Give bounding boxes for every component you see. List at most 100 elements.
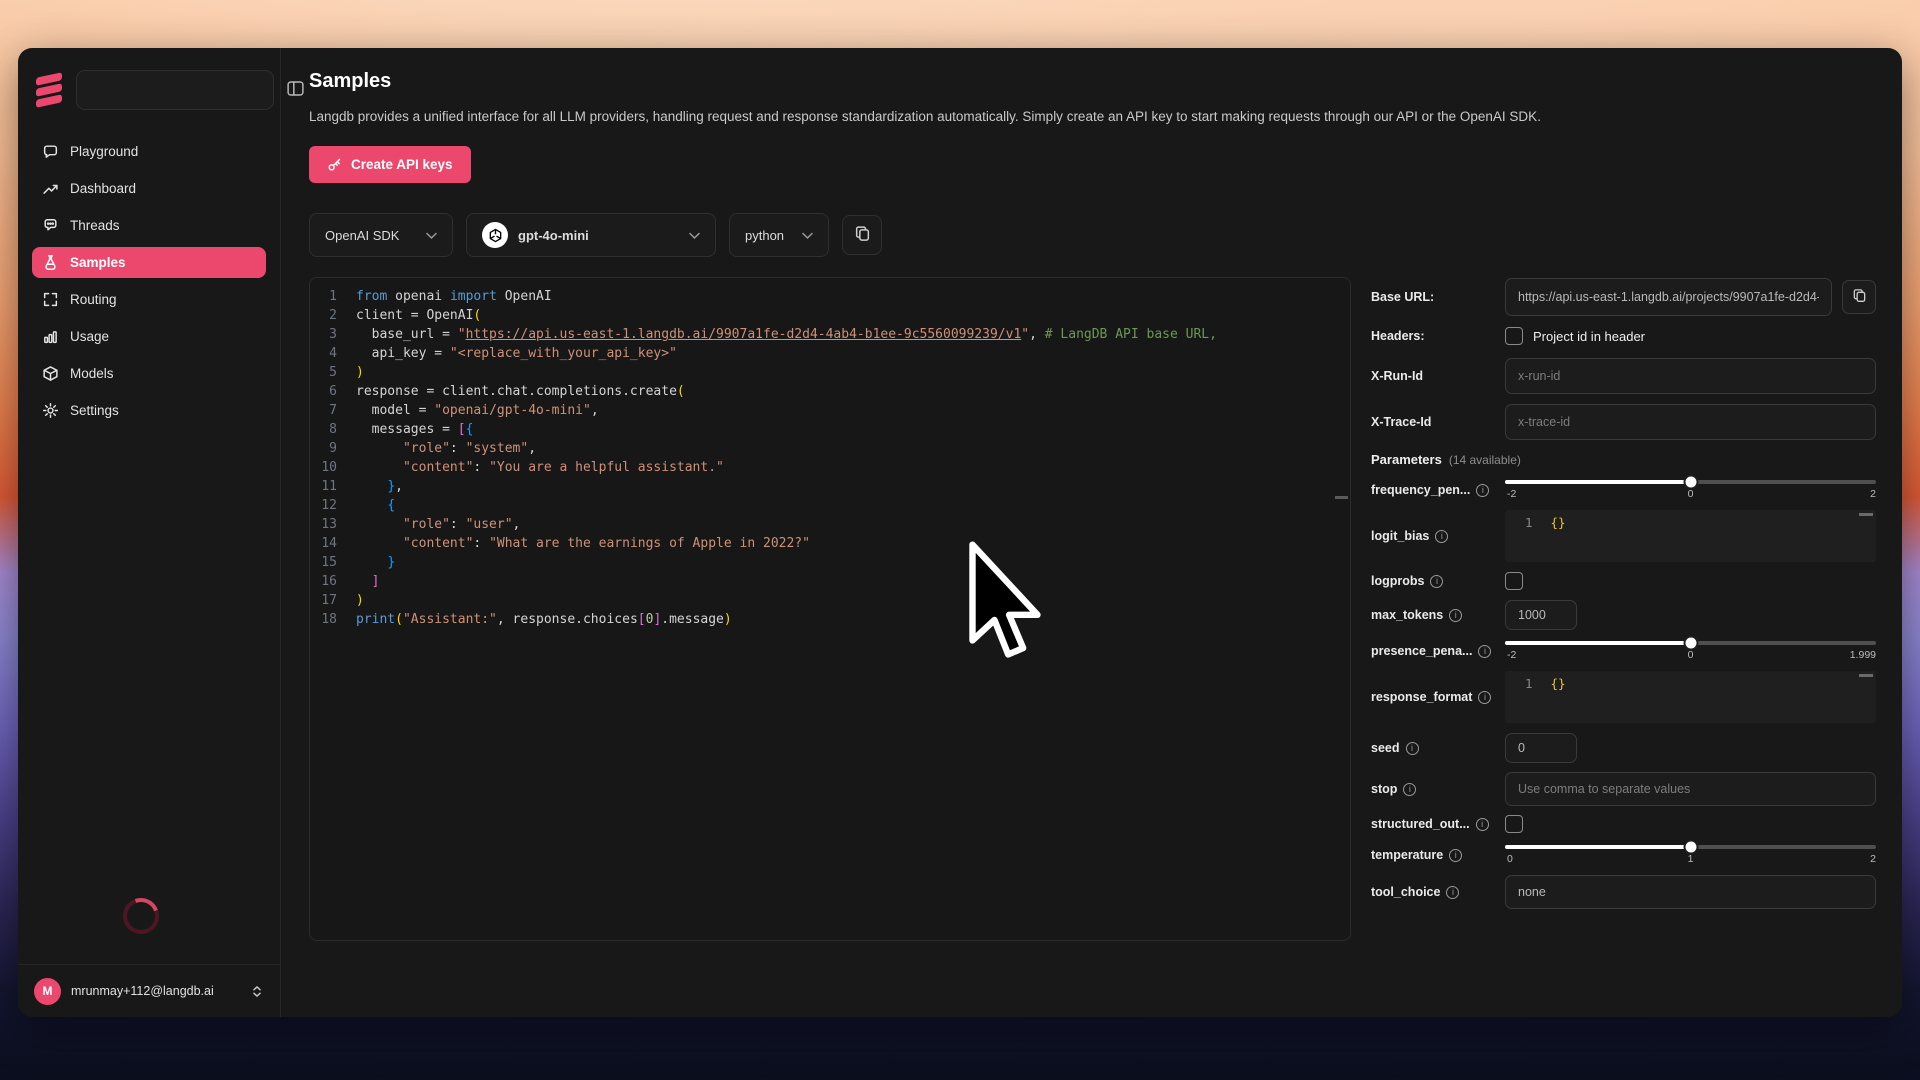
param-row-presence_pena: presence_pena...i -201.999 <box>1371 639 1876 663</box>
sidebar-item-dashboard[interactable]: Dashboard <box>32 173 266 204</box>
sidebar-item-playground[interactable]: Playground <box>32 136 266 167</box>
x-run-id-input[interactable] <box>1505 358 1876 394</box>
seed-input[interactable] <box>1505 733 1577 763</box>
sidebar-item-models[interactable]: Models <box>32 358 266 389</box>
code-line: 10 "content": "You are a helpful assista… <box>310 458 1350 477</box>
chevron-down-icon <box>426 228 437 243</box>
language-select[interactable]: python <box>729 213 829 257</box>
code-line: 12 { <box>310 496 1350 515</box>
project-id-checkbox-label: Project id in header <box>1533 329 1645 344</box>
param-label: tool_choicei <box>1371 885 1505 899</box>
sidebar-nav: Playground Dashboard Threads Samples Routing… <box>18 136 280 426</box>
x-trace-id-input[interactable] <box>1505 404 1876 440</box>
line-number: 8 <box>310 420 356 439</box>
sidebar-item-label: Routing <box>70 292 117 307</box>
sidebar-item-label: Threads <box>70 218 120 233</box>
scrollbar-thumb[interactable] <box>1859 674 1873 677</box>
code-line: 5) <box>310 363 1350 382</box>
structured_out-checkbox[interactable] <box>1505 815 1523 833</box>
usage-icon <box>42 328 59 345</box>
x-trace-id-label: X-Trace-Id <box>1371 415 1505 429</box>
sidebar-search-input[interactable] <box>76 70 274 110</box>
chat-icon <box>42 143 59 160</box>
line-number: 6 <box>310 382 356 401</box>
chevron-down-icon <box>689 228 700 243</box>
param-label: logit_biasi <box>1371 529 1505 543</box>
chevron-down-icon <box>802 228 813 243</box>
model-select[interactable]: gpt-4o-mini <box>466 213 716 257</box>
param-label: stopi <box>1371 782 1505 796</box>
app-window: Playground Dashboard Threads Samples Routing… <box>18 48 1902 1017</box>
code-line: 11 }, <box>310 477 1350 496</box>
flask-icon <box>42 254 59 271</box>
max_tokens-input[interactable] <box>1505 600 1577 630</box>
copy-base-url-button[interactable] <box>1842 280 1876 314</box>
headers-label: Headers: <box>1371 329 1505 343</box>
code-line: 18print("Assistant:", response.choices[0… <box>310 610 1350 629</box>
routing-icon <box>42 291 59 308</box>
sidebar-item-label: Models <box>70 366 114 381</box>
sidebar-item-samples[interactable]: Samples <box>32 247 266 278</box>
param-label: presence_pena...i <box>1371 644 1505 658</box>
param-row-frequency_pen: frequency_pen...i -202 <box>1371 478 1876 502</box>
param-label: frequency_pen...i <box>1371 483 1505 497</box>
trend-icon <box>42 180 59 197</box>
line-number: 7 <box>310 401 356 420</box>
line-number: 10 <box>310 458 356 477</box>
sidebar-header <box>18 48 280 136</box>
code-line: 2client = OpenAI( <box>310 306 1350 325</box>
param-row-logit_bias: logit_biasi 1{} <box>1371 510 1876 562</box>
stop-input[interactable] <box>1505 772 1876 806</box>
param-row-temperature: temperaturei 012 <box>1371 843 1876 867</box>
sidebar-item-label: Dashboard <box>70 181 136 196</box>
temperature-slider[interactable]: 012 <box>1505 843 1876 867</box>
param-row-seed: seedi <box>1371 733 1876 763</box>
parameters-title: Parameters <box>1371 452 1442 467</box>
request-config-panel: Base URL: Headers: Project id in header … <box>1371 277 1876 1017</box>
sidebar-item-label: Settings <box>70 403 119 418</box>
sidebar-item-settings[interactable]: Settings <box>32 395 266 426</box>
sidebar-item-label: Playground <box>70 144 138 159</box>
code-lines: 1from openai import OpenAI2client = Open… <box>310 287 1350 629</box>
logprobs-checkbox[interactable] <box>1505 572 1523 590</box>
line-number: 13 <box>310 515 356 534</box>
code-line: 3 base_url = "https://api.us-east-1.lang… <box>310 325 1350 344</box>
line-number: 11 <box>310 477 356 496</box>
sidebar-item-usage[interactable]: Usage <box>32 321 266 352</box>
avatar: M <box>34 978 61 1005</box>
presence_pena-slider[interactable]: -201.999 <box>1505 639 1876 663</box>
loading-spinner <box>117 892 165 940</box>
info-icon: i <box>1449 849 1462 862</box>
copy-code-button[interactable] <box>842 215 882 255</box>
create-api-keys-button[interactable]: Create API keys <box>309 146 471 183</box>
sdk-select[interactable]: OpenAI SDK <box>309 213 453 257</box>
info-icon: i <box>1476 484 1489 497</box>
line-number: 15 <box>310 553 356 572</box>
line-number: 9 <box>310 439 356 458</box>
project-id-checkbox[interactable] <box>1505 327 1523 345</box>
scrollbar-thumb[interactable] <box>1335 496 1348 499</box>
line-number: 12 <box>310 496 356 515</box>
info-icon: i <box>1478 645 1491 658</box>
settings-icon <box>42 402 59 419</box>
info-icon: i <box>1478 691 1491 704</box>
logit_bias-json-editor[interactable]: 1{} <box>1505 510 1876 562</box>
code-line: 1from openai import OpenAI <box>310 287 1350 306</box>
param-label: max_tokensi <box>1371 608 1505 622</box>
sidebar-item-threads[interactable]: Threads <box>32 210 266 241</box>
sidebar-item-routing[interactable]: Routing <box>32 284 266 315</box>
x-run-id-label: X-Run-Id <box>1371 369 1505 383</box>
tool_choice-input[interactable] <box>1505 875 1876 909</box>
parameters-list: frequency_pen...i -202 logit_biasi 1{} lo… <box>1371 478 1876 909</box>
line-number: 14 <box>310 534 356 553</box>
code-editor[interactable]: 1from openai import OpenAI2client = Open… <box>309 277 1351 941</box>
user-menu[interactable]: M mrunmay+112@langdb.ai <box>18 964 280 1017</box>
base-url-input[interactable] <box>1505 278 1832 316</box>
param-row-response_format: response_formati 1{} <box>1371 671 1876 723</box>
models-icon <box>42 365 59 382</box>
code-line: 8 messages = [{ <box>310 420 1350 439</box>
code-line: 15 } <box>310 553 1350 572</box>
scrollbar-thumb[interactable] <box>1859 513 1873 516</box>
response_format-json-editor[interactable]: 1{} <box>1505 671 1876 723</box>
frequency_pen-slider[interactable]: -202 <box>1505 478 1876 502</box>
